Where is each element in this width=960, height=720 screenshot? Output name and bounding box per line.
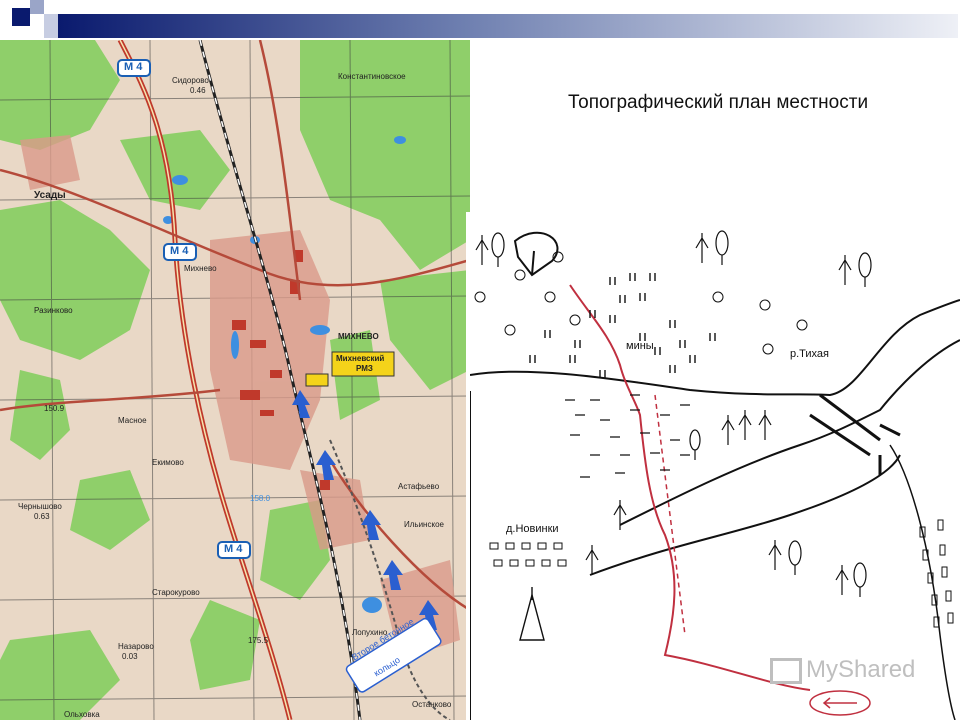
sketch-label-mines: мины xyxy=(626,340,654,352)
place-label-konstantinovskoe: Константиновское xyxy=(338,72,406,81)
sketch-map-graphic xyxy=(470,230,960,720)
place-label-mikhnevo-caps: МИХНЕВО xyxy=(338,332,379,341)
watermark: MyShared xyxy=(770,656,915,684)
watermark-icon xyxy=(770,657,802,684)
place-label-chernyshovo: Чернышово xyxy=(18,502,62,511)
place-label-mikhnevo: Михнево xyxy=(184,264,217,273)
title-square-light xyxy=(30,0,44,14)
route-path-red xyxy=(569,284,811,691)
marsh-marks xyxy=(565,394,690,478)
place-label-starokurovo: Старокурово xyxy=(152,588,200,597)
place-label-sidorovo: Сидорово xyxy=(172,76,209,85)
boundary-dashed xyxy=(654,394,686,636)
elevation-label: 175.5 xyxy=(248,636,269,645)
elevation-label: 158.0 xyxy=(250,494,271,503)
elevation-label: 150.9 xyxy=(44,404,65,413)
north-pointer-icon xyxy=(513,231,559,277)
mine-markers xyxy=(529,273,716,378)
title-square-light-2 xyxy=(44,14,58,38)
elevation-label: 0.03 xyxy=(122,652,138,661)
marked-point-arrow xyxy=(822,697,857,709)
topographic-map-graphic xyxy=(0,40,470,720)
place-label-ilyinskoe: Ильинское xyxy=(404,520,444,529)
title-bar xyxy=(0,0,960,40)
m4-shield-label: M 4 xyxy=(170,245,189,257)
m4-shield-label: M 4 xyxy=(224,543,243,555)
place-label-olkovka: Ольховка xyxy=(64,710,100,719)
place-label-usady: Усады xyxy=(34,190,66,201)
place-label-razinkovo: Разинково xyxy=(34,306,73,315)
sketch-map: мины р.Тихая д.Новинки xyxy=(470,215,960,720)
title-square-dark xyxy=(12,8,30,26)
slide-title: Топографический план местности xyxy=(568,92,869,113)
watermark-text: MyShared xyxy=(806,656,916,683)
elevation-label: 0.63 xyxy=(34,512,50,521)
title-gradient-bar xyxy=(58,14,958,38)
rmz-label-line2: РМЗ xyxy=(356,364,373,373)
sketch-label-village: д.Новинки xyxy=(506,523,559,535)
tent-icon xyxy=(519,587,545,641)
place-label-ekimovo: Екимово xyxy=(152,458,184,467)
bridge xyxy=(809,393,901,475)
sketch-label-river: р.Тихая xyxy=(790,348,830,360)
village-houses xyxy=(489,542,567,567)
place-label-ostankovo: Останково xyxy=(412,700,452,709)
place-label-astafyevo: Астафьево xyxy=(398,482,440,491)
place-label-nazarovo: Назарово xyxy=(118,642,154,651)
elevation-label: 0.46 xyxy=(190,86,206,95)
place-label-masnoe: Масное xyxy=(118,416,147,425)
rmz-site-marker xyxy=(305,373,329,387)
rmz-label-line1: Михневский xyxy=(336,354,385,363)
topographic-map: M 4 M 4 M 4 Сидорово 0.46 Константиновск… xyxy=(0,40,470,720)
m4-shield-label: M 4 xyxy=(124,61,143,73)
